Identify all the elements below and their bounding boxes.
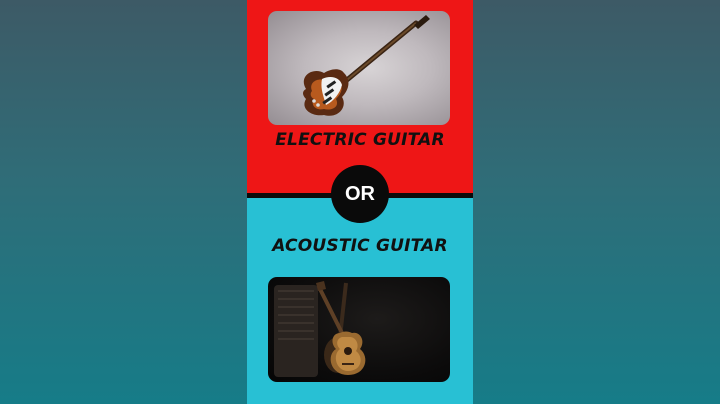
electric-guitar-icon	[303, 15, 430, 116]
acoustic-guitar-photo	[268, 277, 450, 382]
electric-guitar-photo	[268, 11, 450, 125]
electric-guitar-label: ELECTRIC GUITAR	[275, 130, 445, 150]
acoustic-guitar-icon	[274, 281, 366, 377]
acoustic-guitar-label: ACOUSTIC GUITAR	[272, 236, 448, 256]
or-badge: OR	[331, 165, 389, 223]
or-text: OR	[345, 182, 375, 205]
comparison-card: ELECTRIC GUITAR OR ACOUSTIC GUITAR	[247, 0, 473, 404]
